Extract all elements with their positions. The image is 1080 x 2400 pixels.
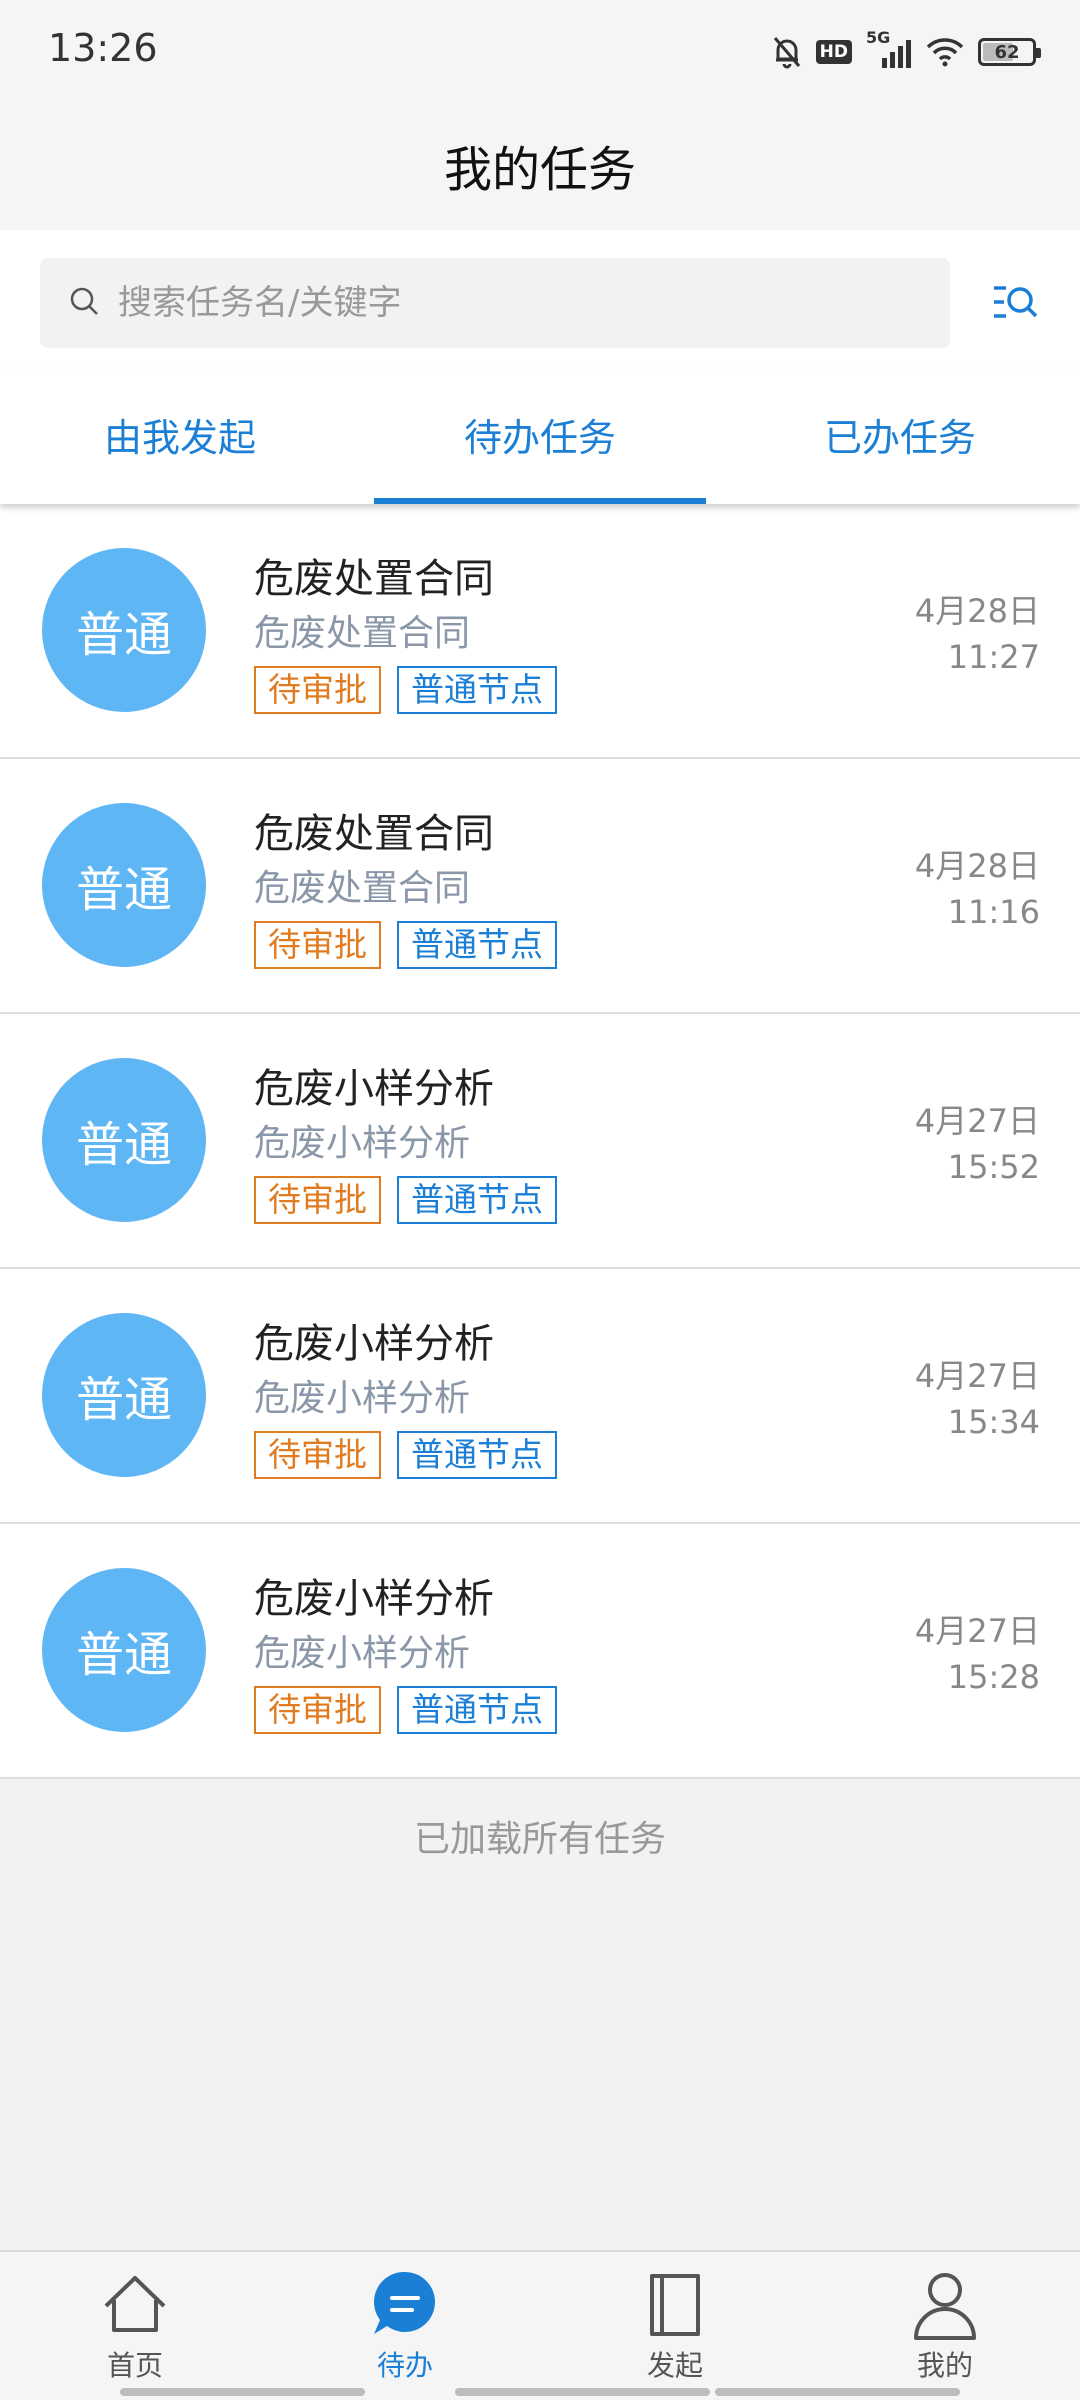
task-list: 普通 危废处置合同 危废处置合同 待审批 普通节点 4月28日 11:27 普通… (0, 504, 1080, 1779)
task-title: 危废小样分析 (254, 1321, 494, 1367)
task-item[interactable]: 普通 危废小样分析 危废小样分析 待审批 普通节点 4月27日 15:28 (0, 1524, 1080, 1779)
task-title: 危废处置合同 (254, 556, 494, 602)
task-avatar: 普通 (42, 1058, 206, 1222)
status-bar: 13:26 HD 5G 62 (0, 0, 1080, 100)
task-time: 15:34 (947, 1403, 1040, 1441)
task-subtitle: 危废处置合同 (254, 613, 471, 654)
user-icon (914, 2273, 976, 2340)
node-tag: 普通节点 (397, 1431, 557, 1479)
node-tag: 普通节点 (397, 1176, 557, 1224)
nav-todo[interactable]: 待办 (270, 2252, 540, 2400)
task-tags: 待审批 普通节点 (254, 1431, 557, 1479)
task-date: 4月27日 (914, 1612, 1040, 1650)
status-tag: 待审批 (254, 666, 381, 714)
task-subtitle: 危废小样分析 (254, 1633, 471, 1674)
task-item[interactable]: 普通 危废处置合同 危废处置合同 待审批 普通节点 4月28日 11:16 (0, 759, 1080, 1014)
status-icons: HD 5G 62 (772, 28, 1041, 74)
task-tabs: 由我发起 待办任务 已办任务 (0, 370, 1080, 504)
search-input[interactable] (118, 283, 898, 323)
nav-initiate[interactable]: 发起 (540, 2252, 810, 2400)
task-tags: 待审批 普通节点 (254, 1176, 557, 1224)
nav-label: 待办 (376, 2349, 433, 2382)
task-time: 11:27 (947, 638, 1040, 676)
nav-label: 发起 (646, 2349, 703, 2382)
search-area (0, 230, 1080, 370)
task-item[interactable]: 普通 危废小样分析 危废小样分析 待审批 普通节点 4月27日 15:34 (0, 1269, 1080, 1524)
mute-bell-icon (772, 35, 802, 69)
task-title: 危废小样分析 (254, 1066, 494, 1112)
status-tag: 待审批 (254, 1176, 381, 1224)
task-time: 11:16 (947, 893, 1040, 931)
task-subtitle: 危废小样分析 (254, 1123, 471, 1164)
node-tag: 普通节点 (397, 921, 557, 969)
task-subtitle: 危废小样分析 (254, 1378, 471, 1419)
gesture-bar-center (455, 2388, 710, 2396)
advanced-search-button[interactable] (990, 278, 1040, 328)
task-tags: 待审批 普通节点 (254, 1686, 557, 1734)
nav-label: 首页 (106, 2349, 163, 2382)
document-icon (650, 2274, 700, 2336)
gesture-bar-right (715, 2388, 960, 2396)
task-title: 危废小样分析 (254, 1576, 494, 1622)
todo-chat-icon (373, 2271, 435, 2334)
nav-home[interactable]: 首页 (0, 2252, 270, 2400)
tab-pending-tasks[interactable]: 待办任务 (360, 370, 720, 504)
list-search-icon (994, 286, 1038, 318)
search-icon (68, 285, 118, 321)
all-loaded-message: 已加载所有任务 (413, 1819, 666, 1860)
task-date: 4月27日 (914, 1357, 1040, 1395)
gesture-bar-left (120, 2388, 365, 2396)
home-icon (104, 2276, 166, 2332)
task-subtitle: 危废处置合同 (254, 868, 471, 909)
task-time: 15:28 (947, 1658, 1040, 1696)
status-time: 13:26 (48, 26, 158, 70)
task-time: 15:52 (947, 1148, 1040, 1186)
bottom-nav: 首页 待办 发起 我的 (0, 2250, 1080, 2400)
hd-icon: HD (815, 40, 852, 64)
tab-initiated-by-me[interactable]: 由我发起 (0, 370, 360, 504)
task-date: 4月28日 (914, 592, 1040, 630)
nav-mine[interactable]: 我的 (810, 2252, 1080, 2400)
status-tag: 待审批 (254, 921, 381, 969)
task-tags: 待审批 普通节点 (254, 666, 557, 714)
task-avatar: 普通 (42, 1313, 206, 1477)
task-date: 4月28日 (914, 847, 1040, 885)
task-item[interactable]: 普通 危废处置合同 危废处置合同 待审批 普通节点 4月28日 11:27 (0, 504, 1080, 759)
status-tag: 待审批 (254, 1431, 381, 1479)
task-tags: 待审批 普通节点 (254, 921, 557, 969)
battery-icon: 62 (978, 38, 1041, 66)
nav-label: 我的 (916, 2349, 973, 2382)
task-avatar: 普通 (42, 803, 206, 967)
wifi-icon (926, 37, 964, 67)
search-box[interactable] (40, 258, 950, 348)
tab-completed-tasks[interactable]: 已办任务 (720, 370, 1080, 504)
signal-icon: 5G (866, 28, 912, 70)
task-date: 4月27日 (914, 1102, 1040, 1140)
task-avatar: 普通 (42, 1568, 206, 1732)
node-tag: 普通节点 (397, 1686, 557, 1734)
status-tag: 待审批 (254, 1686, 381, 1734)
task-item[interactable]: 普通 危废小样分析 危废小样分析 待审批 普通节点 4月27日 15:52 (0, 1014, 1080, 1269)
task-avatar: 普通 (42, 548, 206, 712)
node-tag: 普通节点 (397, 666, 557, 714)
page-title: 我的任务 (443, 142, 636, 198)
title-bar: 我的任务 (0, 100, 1080, 230)
task-title: 危废处置合同 (254, 811, 494, 857)
